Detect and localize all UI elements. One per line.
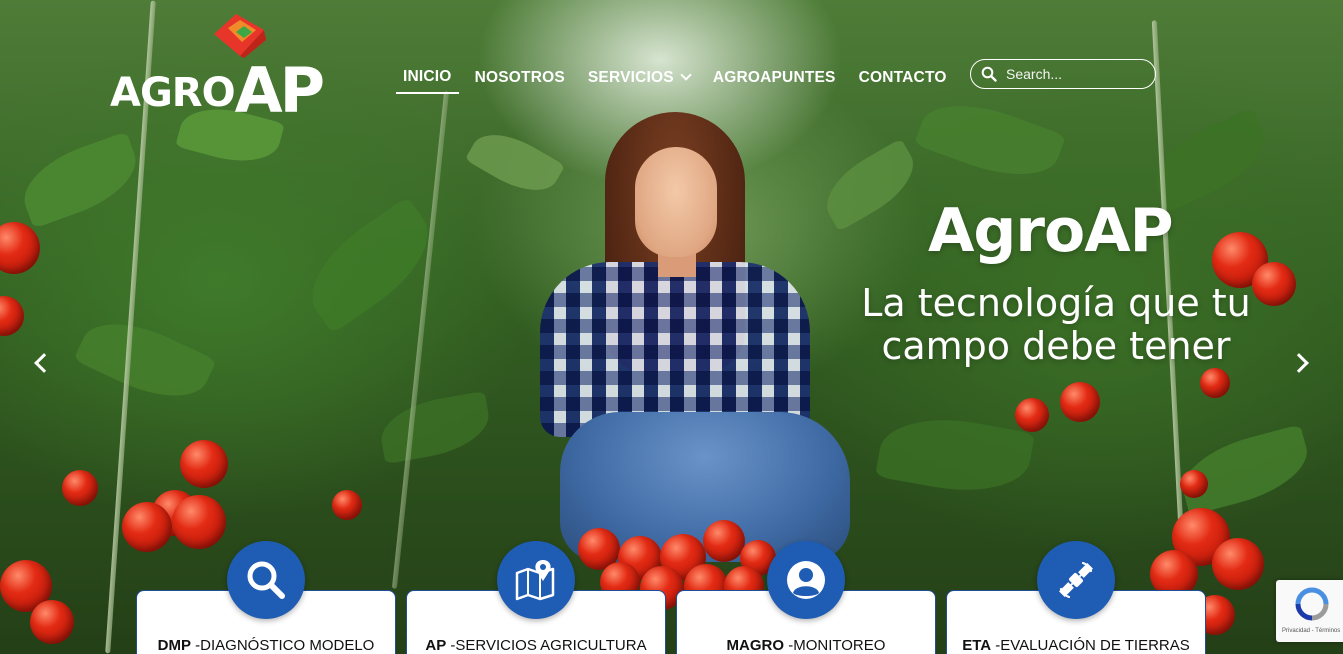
service-label: -MONITOREO: [784, 637, 886, 654]
service-code: AP: [425, 637, 447, 654]
recaptcha-links[interactable]: Privacidad - Términos: [1282, 628, 1340, 634]
logo-text-agro: AGRO: [110, 70, 236, 116]
service-badge-ap[interactable]: [497, 541, 575, 619]
nav-item-servicios-label: SERVICIOS: [587, 69, 674, 86]
map-pin-icon: [515, 560, 555, 601]
recaptcha-badge[interactable]: Privacidad - Términos: [1276, 580, 1343, 642]
logo-text-ap: AP: [234, 54, 325, 127]
user-icon: [787, 561, 825, 599]
service-badge-dmp[interactable]: [227, 541, 305, 619]
woman-photo: [530, 112, 860, 582]
service-code: ETA: [962, 637, 992, 654]
service-code: DMP: [157, 637, 191, 654]
nav-item-nosotros[interactable]: NOSOTROS: [468, 64, 572, 94]
service-badge-magro[interactable]: [767, 541, 845, 619]
service-label: -SERVICIOS AGRICULTURA: [446, 637, 647, 654]
search-icon[interactable]: [981, 66, 997, 82]
satellite-icon: [1059, 561, 1093, 599]
service-badge-eta[interactable]: [1037, 541, 1115, 619]
main-nav: INICIO NOSOTROS SERVICIOS AGROAPUNTES CO…: [396, 64, 963, 94]
slide-subtitle: La tecnología que tu campo debe tener: [861, 281, 1251, 368]
nav-item-agroapuntes[interactable]: AGROAPUNTES: [706, 64, 843, 94]
service-label: -EVALUACIÓN DE TIERRAS: [991, 637, 1190, 654]
slide-title: AgroAP: [928, 196, 1174, 266]
service-code: MAGRO: [726, 637, 785, 654]
magnifier-icon: [247, 561, 285, 599]
nav-item-contacto[interactable]: CONTACTO: [852, 64, 954, 94]
agroap-logo[interactable]: AGROAP: [110, 10, 335, 127]
nav-item-servicios[interactable]: SERVICIOS: [581, 64, 697, 94]
nav-item-inicio[interactable]: INICIO: [396, 64, 459, 94]
service-label: -DIAGNÓSTICO MODELO: [190, 637, 375, 654]
search-input[interactable]: [1006, 66, 1146, 82]
recaptcha-icon: [1295, 587, 1329, 621]
chevron-down-icon: [680, 69, 692, 81]
search-box[interactable]: [970, 59, 1156, 89]
